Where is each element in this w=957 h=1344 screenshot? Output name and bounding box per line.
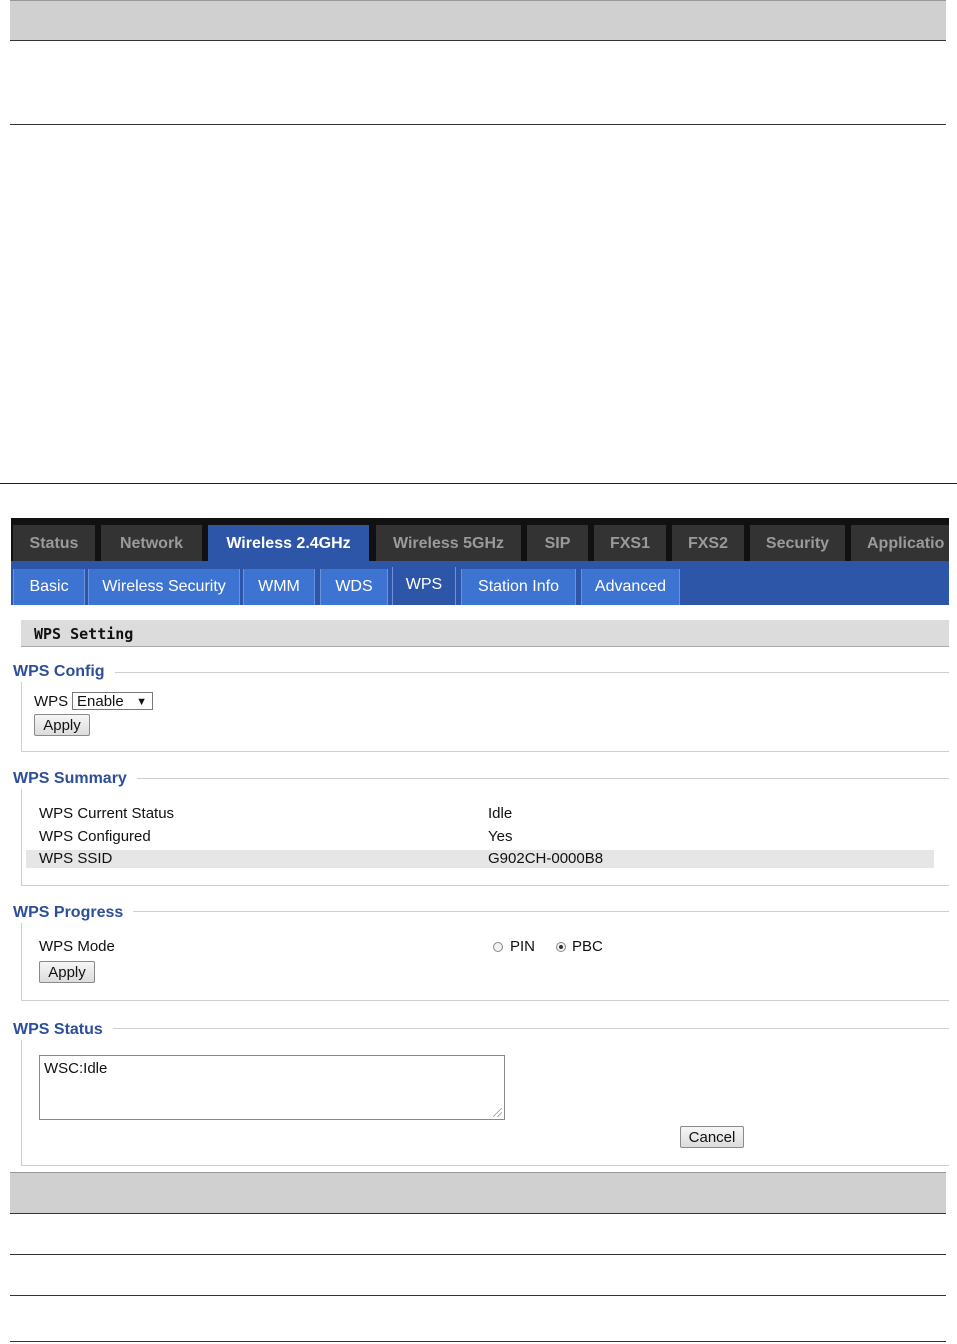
radio-pin[interactable] xyxy=(493,942,503,952)
wps-status-textarea[interactable]: WSC:Idle xyxy=(39,1055,505,1120)
main-tab-bar: Status Network Wireless 2.4GHz Wireless … xyxy=(11,518,949,561)
doc-table-header-row-lower xyxy=(10,1172,946,1214)
section-title: WPS Setting xyxy=(21,620,949,647)
wps-config-legend: WPS Config xyxy=(13,662,115,682)
subtab-station-info[interactable]: Station Info xyxy=(461,569,576,605)
wps-progress-legend: WPS Progress xyxy=(13,903,134,923)
tab-status[interactable]: Status xyxy=(13,525,95,561)
subtab-wmm[interactable]: WMM xyxy=(243,569,315,605)
subtab-advanced[interactable]: Advanced xyxy=(581,569,680,605)
doc-table-row-border xyxy=(10,1295,946,1296)
summary-key: WPS Current Status xyxy=(39,805,175,822)
tab-wireless-24ghz[interactable]: Wireless 2.4GHz xyxy=(208,525,369,561)
wps-config-apply-button[interactable]: Apply xyxy=(34,714,90,736)
subtab-wireless-security[interactable]: Wireless Security xyxy=(88,569,240,605)
wps-config-group xyxy=(21,672,949,752)
doc-table-row-border xyxy=(10,1254,946,1255)
sub-tab-bar: Basic Wireless Security WMM WDS WPS Stat… xyxy=(11,561,949,605)
summary-value: Idle xyxy=(488,805,513,822)
tab-network[interactable]: Network xyxy=(101,525,202,561)
wps-summary-legend: WPS Summary xyxy=(13,769,137,789)
subtab-wps[interactable]: WPS xyxy=(392,567,456,605)
summary-value: Yes xyxy=(488,828,513,845)
tab-fxs1[interactable]: FXS1 xyxy=(594,525,666,561)
wps-progress-apply-button[interactable]: Apply xyxy=(39,961,95,983)
tab-application[interactable]: Applicatio xyxy=(851,525,949,561)
tab-wireless-5ghz[interactable]: Wireless 5GHz xyxy=(376,525,521,561)
summary-row-configured: WPS Configured Yes xyxy=(26,828,934,846)
wps-enable-select[interactable]: Enable ▼ xyxy=(72,692,153,710)
wps-mode-label: WPS Mode xyxy=(39,938,115,955)
doc-table-row-border xyxy=(10,1341,946,1342)
subtab-wds[interactable]: WDS xyxy=(320,569,388,605)
doc-table-header-row xyxy=(10,0,946,41)
tab-fxs2[interactable]: FXS2 xyxy=(672,525,744,561)
radio-pbc[interactable] xyxy=(556,942,566,952)
radio-pbc-label: PBC xyxy=(572,938,603,955)
summary-row-ssid: WPS SSID G902CH-0000B8 xyxy=(26,850,934,868)
router-web-ui: Status Network Wireless 2.4GHz Wireless … xyxy=(11,518,949,1166)
wps-select-value: Enable xyxy=(77,693,124,710)
wps-status-legend: WPS Status xyxy=(13,1020,113,1040)
summary-row-current-status: WPS Current Status Idle xyxy=(26,805,934,823)
wps-progress-group xyxy=(21,911,949,1001)
resize-grip-icon[interactable] xyxy=(493,1108,502,1117)
radio-pin-label: PIN xyxy=(510,938,536,955)
summary-value: G902CH-0000B8 xyxy=(488,850,604,867)
summary-key: WPS Configured xyxy=(39,828,151,845)
chevron-down-icon: ▼ xyxy=(136,696,147,708)
tab-security[interactable]: Security xyxy=(750,525,845,561)
tab-sip[interactable]: SIP xyxy=(527,525,588,561)
summary-key: WPS SSID xyxy=(39,850,113,867)
wps-label: WPS xyxy=(34,693,69,710)
page-divider xyxy=(0,483,957,484)
wps-cancel-button[interactable]: Cancel xyxy=(680,1126,744,1148)
subtab-basic[interactable]: Basic xyxy=(13,569,85,605)
doc-table-row-border xyxy=(10,124,946,125)
wps-status-text: WSC:Idle xyxy=(44,1060,108,1077)
